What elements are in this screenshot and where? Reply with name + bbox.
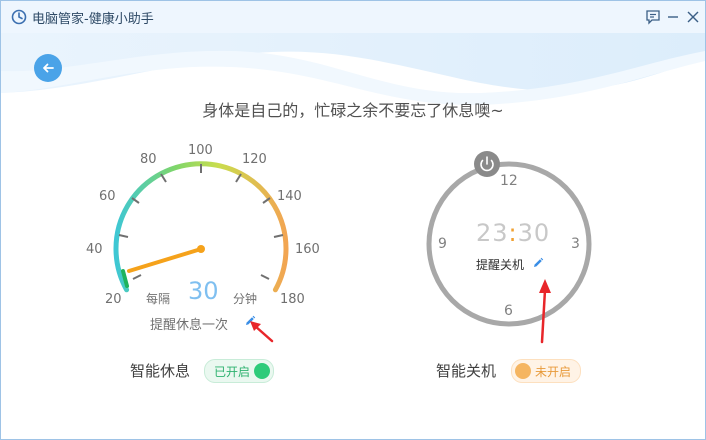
power-icon[interactable] [474,151,500,177]
slogan-text: 身体是自己的，忙碌之余不要忘了休息噢~ [202,101,504,120]
smart-rest-toggle[interactable]: 已开启 [204,359,274,383]
close-icon[interactable] [684,8,702,26]
gauge-tick-label: 80 [140,152,157,167]
gauge-tick-label: 100 [188,143,213,158]
clock-number: 6 [504,303,513,319]
shutdown-reminder-label[interactable]: 提醒关机 [476,256,524,273]
clock-number: 9 [438,236,447,252]
smart-shutdown-toggle[interactable]: 未开启 [511,359,581,383]
gauge-tick-label: 60 [99,189,116,204]
gauge-tick-label: 120 [242,152,267,167]
remind-rest-label[interactable]: 提醒休息一次 [150,314,228,333]
shutdown-time: 23:30 [476,219,550,247]
clock-number: 12 [500,173,518,189]
clock-number: 3 [571,236,580,252]
main-window: 电脑管家-健康小助手 身体是自己的，忙碌之余不要忘了休息噢~ 20 40 60 … [0,0,706,440]
title-bar: 电脑管家-健康小助手 [1,1,705,33]
smart-shutdown-label: 智能关机 [436,362,497,380]
pencil-icon[interactable] [244,315,256,327]
pencil-icon[interactable] [532,257,544,269]
chat-icon[interactable] [644,8,662,26]
toggle-knob [515,363,531,379]
gauge-tick-label: 140 [277,189,302,204]
toggle-status-text: 已开启 [214,365,251,379]
toggle-knob [254,363,270,379]
interval-unit: 分钟 [233,292,258,306]
shutdown-hours: 23 [476,219,509,247]
shutdown-minutes: 30 [517,219,551,247]
arrow-left-icon [43,63,54,73]
time-separator: : [508,219,518,247]
interval-prefix: 每隔 [146,292,171,306]
smart-rest-label: 智能休息 [130,362,191,380]
toggle-status-text: 未开启 [535,365,572,379]
minimize-icon[interactable] [664,8,682,26]
interval-value: 30 [188,277,219,305]
gauge-tick-label: 160 [295,242,320,257]
gauge-tick-label: 20 [105,292,122,307]
gauge-tick-label: 40 [86,242,103,257]
gauge-tick-label: 180 [280,292,305,307]
back-button[interactable] [34,54,62,82]
app-title: 电脑管家-健康小助手 [32,12,154,27]
clock-icon [11,9,27,25]
